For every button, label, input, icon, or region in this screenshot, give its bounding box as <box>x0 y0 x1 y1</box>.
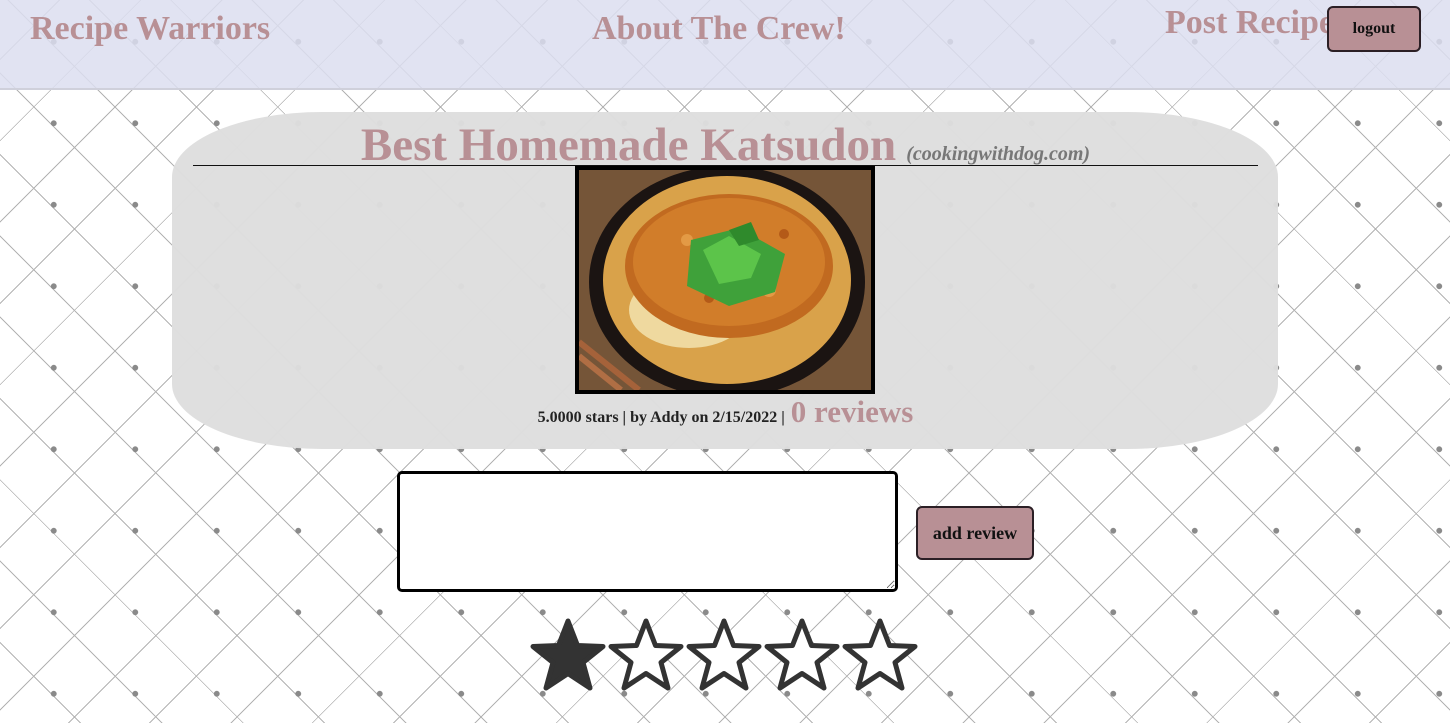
recipe-meta: 5.0000 stars | by Addy on 2/15/2022 | 0 … <box>193 394 1258 430</box>
recipe-meta-text: 5.0000 stars | by Addy on 2/15/2022 | <box>537 409 785 426</box>
logout-button[interactable]: logout <box>1327 6 1421 52</box>
katsudon-image <box>579 170 871 390</box>
recipe-header: Best Homemade Katsudon (cookingwithdog.c… <box>193 118 1258 172</box>
nav-about-link[interactable]: About The Crew! <box>592 12 846 46</box>
star-filled-icon[interactable] <box>530 618 606 692</box>
add-review-button[interactable]: add review <box>916 506 1034 560</box>
nav-home-link[interactable]: Recipe Warriors <box>30 12 270 46</box>
star-outline-icon[interactable] <box>764 618 840 692</box>
star-outline-icon[interactable] <box>608 618 684 692</box>
top-navbar: Recipe Warriors About The Crew! Post Rec… <box>0 0 1450 90</box>
star-outline-icon[interactable] <box>842 618 918 692</box>
nav-post-recipe-link[interactable]: Post Recipe <box>1165 6 1334 40</box>
star-outline-icon[interactable] <box>686 618 762 692</box>
recipe-source: (cookingwithdog.com) <box>906 143 1091 165</box>
recipe-photo <box>575 166 875 394</box>
reviews-count[interactable]: 0 reviews <box>791 394 914 429</box>
recipe-title: Best Homemade Katsudon <box>360 119 897 171</box>
review-textarea[interactable] <box>397 471 898 592</box>
